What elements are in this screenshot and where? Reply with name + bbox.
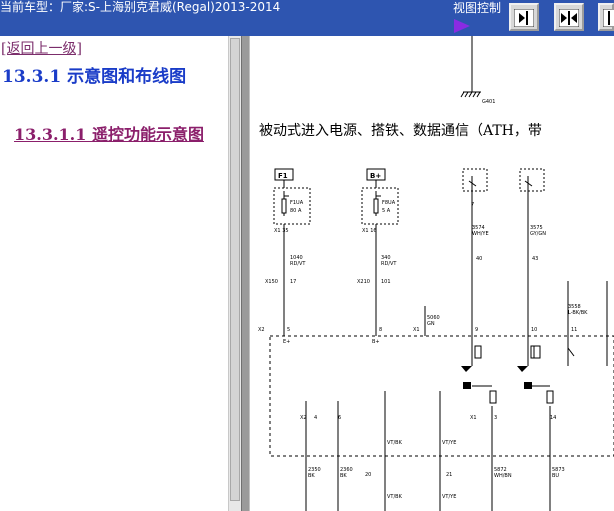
fuse-f1-id: F1 — [278, 172, 288, 180]
vehicle-title: 当前车型：厂家:S-上海别克君威(Regal)2013-2014 — [0, 0, 281, 14]
subsection-link-label: 13.3.1.1 遥控功能示意图 — [14, 125, 204, 144]
conn-17-label: 17 — [290, 279, 296, 285]
eplus-label: E+ — [283, 339, 290, 345]
wire-vtbk-top: VT/BK — [387, 440, 403, 446]
wire-5873-color: BU — [552, 473, 559, 479]
wire-2360-color: BK — [340, 473, 347, 479]
fuse-f8-rating: 5 A — [382, 208, 391, 214]
conn-20-label: 20 — [365, 472, 371, 478]
conn-14-label: 14 — [550, 415, 556, 421]
top-bar: 当前车型：厂家:S-上海别克君威(Regal)2013-2014 视图控制 — [0, 0, 614, 36]
wire-3574-color: WH/YE — [472, 231, 489, 237]
conn-3-label: 3 — [494, 415, 497, 421]
toc-scrollbar[interactable] — [228, 36, 241, 511]
conn-8-label: 8 — [379, 327, 382, 333]
x1-label: X1 — [413, 327, 420, 333]
wire-vtye-bottom: VT/YE — [442, 494, 456, 500]
wiring-diagram: G401 F1 F1UA 80 A X1 35 B+ F8UA 5 A X1 1… — [258, 36, 614, 511]
conn-10-label: 10 — [531, 327, 537, 333]
collapse-right-icon — [514, 9, 534, 27]
conn-40-label: 40 — [476, 256, 482, 262]
split-view-icon — [559, 9, 579, 27]
x2-label: X2 — [258, 327, 265, 333]
section-title: 13.3.1 示意图和布线图 — [2, 67, 187, 87]
conn-43-label: 43 — [532, 256, 538, 262]
diagram-pane: G401 F1 F1UA 80 A X1 35 B+ F8UA 5 A X1 1… — [250, 36, 614, 511]
x1-35-label: X1 35 — [274, 228, 289, 234]
fuse-f1-rating: 80 A — [290, 208, 302, 214]
split-view-button[interactable] — [554, 3, 584, 31]
bplus-label: B+ — [372, 339, 380, 345]
conn-101-label: 101 — [381, 279, 391, 285]
conn-4-label: 4 — [314, 415, 317, 421]
wire-1040-color: RD/VT — [290, 261, 306, 267]
view-control-label: 视图控制 — [453, 1, 502, 15]
wire-340-color: RD/VT — [381, 261, 397, 267]
diagram-heading: 被动式进入电源、搭铁、数据通信（ATH，带 — [259, 123, 542, 139]
x150-label: X150 — [265, 279, 278, 285]
conn-21-label: 21 — [446, 472, 452, 478]
expand-right-button[interactable] — [509, 3, 539, 31]
expand-left-button[interactable] — [598, 3, 614, 31]
toc-scrollbar-thumb[interactable] — [230, 38, 240, 501]
x1-16-label: X1 16 — [362, 228, 377, 234]
fuse-bplus-id: B+ — [370, 172, 381, 180]
wire-vtbk-bottom: VT/BK — [387, 494, 403, 500]
toc-pane: [返回上一级] 13.3.1 示意图和布线图 13.3.1.1 遥控功能示意图 — [0, 36, 228, 511]
ground-g401-label: G401 — [482, 99, 495, 105]
wire-5872-color: WH/BN — [494, 473, 512, 479]
pane-splitter[interactable] — [241, 36, 250, 511]
conn-5-label: 5 — [287, 327, 290, 333]
back-link[interactable]: [返回上一级] — [1, 38, 82, 58]
wire-2350-color: BK — [308, 473, 315, 479]
subsection-link[interactable]: 13.3.1.1 遥控功能示意图 — [0, 124, 226, 146]
conn-c7-label: 7 — [471, 202, 474, 208]
wire-vtye-top: VT/YE — [442, 440, 456, 446]
x210-label: X210 — [357, 279, 370, 285]
fuse-f8-code: F8UA — [382, 200, 396, 206]
view-control-arrow-icon — [454, 19, 470, 33]
conn-9-label: 9 — [475, 327, 478, 333]
wire-3575-color: GY/GN — [530, 231, 546, 237]
conn-11-label: 11 — [571, 327, 577, 333]
expand-left-icon — [603, 9, 614, 27]
wire-5060-color: GN — [427, 321, 435, 327]
fuse-f1-code: F1UA — [290, 200, 304, 206]
x1b-label: X1 — [470, 415, 477, 421]
wire-3558-color: L-BK/BK — [568, 310, 588, 316]
